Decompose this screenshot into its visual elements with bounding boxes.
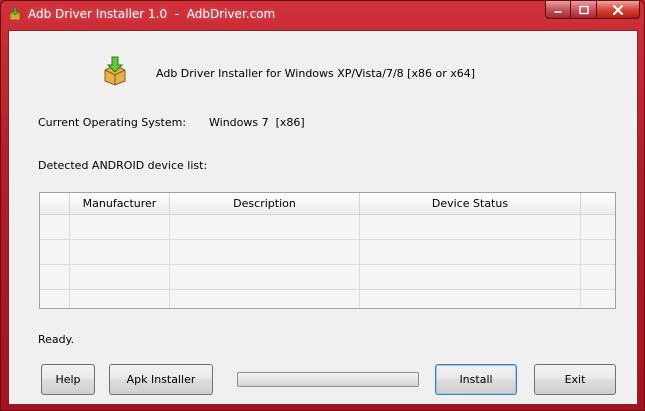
column-divider (580, 215, 581, 308)
device-list-label: Detected ANDROID device list: (38, 159, 208, 172)
column-divider (359, 215, 360, 308)
table-row[interactable] (40, 265, 615, 290)
maximize-button[interactable] (571, 1, 597, 19)
os-label: Current Operating System: (38, 116, 187, 129)
status-text: Ready. (38, 333, 75, 346)
install-button[interactable]: Install (435, 364, 517, 395)
client-area: Adb Driver Installer for Windows XP/Vist… (8, 30, 638, 405)
window-title: Adb Driver Installer 1.0 - AdbDriver.com (28, 7, 276, 21)
column-header-description[interactable]: Description (170, 193, 360, 214)
install-progress-bar (237, 372, 419, 387)
column-header-manufacturer[interactable]: Manufacturer (70, 193, 170, 214)
column-header-device-status[interactable]: Device Status (360, 193, 581, 214)
minimize-icon (553, 10, 563, 13)
os-value: Windows 7 [x86] (209, 116, 305, 129)
close-button[interactable] (597, 1, 640, 19)
title-bar[interactable]: Adb Driver Installer 1.0 - AdbDriver.com (1, 1, 644, 29)
device-list-table[interactable]: Manufacturer Description Device Status (39, 192, 616, 309)
row-header-column[interactable] (40, 193, 70, 214)
caption-buttons (545, 1, 640, 20)
table-row[interactable] (40, 215, 615, 240)
close-icon (612, 4, 624, 15)
exit-button[interactable]: Exit (534, 364, 616, 395)
help-button[interactable]: Help (41, 364, 95, 395)
apk-installer-button[interactable]: Apk Installer (109, 364, 213, 395)
table-row[interactable] (40, 240, 615, 265)
app-window: Adb Driver Installer 1.0 - AdbDriver.com (0, 0, 645, 411)
installer-box-icon (104, 56, 126, 86)
header-description: Adb Driver Installer for Windows XP/Vist… (156, 67, 476, 80)
table-header: Manufacturer Description Device Status (40, 193, 615, 215)
table-row[interactable] (40, 290, 615, 308)
minimize-button[interactable] (545, 1, 571, 19)
installer-box-icon (9, 7, 21, 21)
column-divider (169, 215, 170, 308)
maximize-icon (578, 5, 589, 14)
column-divider (69, 215, 70, 308)
